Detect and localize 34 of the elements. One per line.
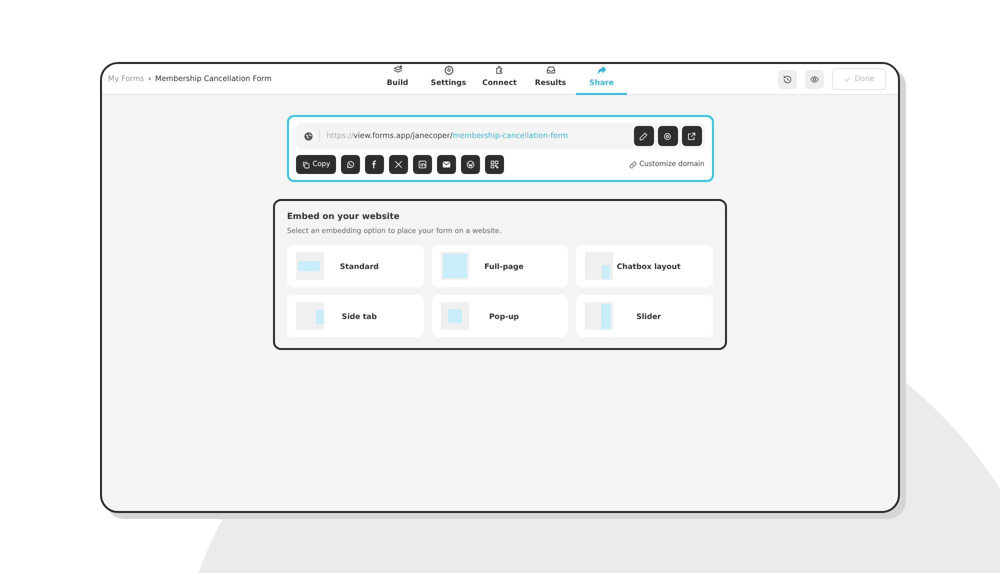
external-link-icon (687, 132, 696, 140)
edit-button[interactable] (634, 126, 654, 146)
history-button[interactable] (778, 70, 797, 88)
open-link-button[interactable] (682, 126, 702, 146)
settings-icon (663, 132, 672, 140)
embed-title: Embed on your website (287, 211, 400, 224)
email-share-button[interactable] (437, 155, 456, 174)
history-icon (783, 74, 792, 84)
preview-button[interactable] (805, 70, 824, 88)
qr-code-button[interactable] (485, 155, 504, 174)
whatsapp-share-button[interactable] (341, 155, 360, 174)
layout-preview-icon (440, 252, 469, 280)
link-settings-button[interactable] (658, 126, 678, 146)
facebook-share-button[interactable] (365, 155, 384, 174)
eye-icon (810, 74, 819, 84)
letter-w-circle-icon (466, 160, 476, 169)
inbox-icon (546, 65, 556, 75)
letters-in-icon (418, 160, 428, 169)
chat-bubble-icon (346, 160, 356, 169)
check-icon (844, 76, 851, 82)
share-arrow-icon (596, 65, 606, 75)
x-mark-icon (394, 160, 404, 169)
layers-icon (392, 65, 402, 75)
pencil-icon (639, 132, 648, 140)
x-share-button[interactable] (389, 155, 408, 174)
linkedin-share-button[interactable] (413, 155, 432, 174)
wordpress-share-button[interactable] (461, 155, 480, 174)
puzzle-icon (494, 65, 504, 75)
envelope-icon (442, 160, 452, 169)
qr-code-icon (490, 160, 500, 169)
link-icon (629, 160, 638, 168)
settings-icon (444, 65, 454, 75)
globe-icon (304, 132, 312, 140)
copy-icon (302, 160, 310, 168)
